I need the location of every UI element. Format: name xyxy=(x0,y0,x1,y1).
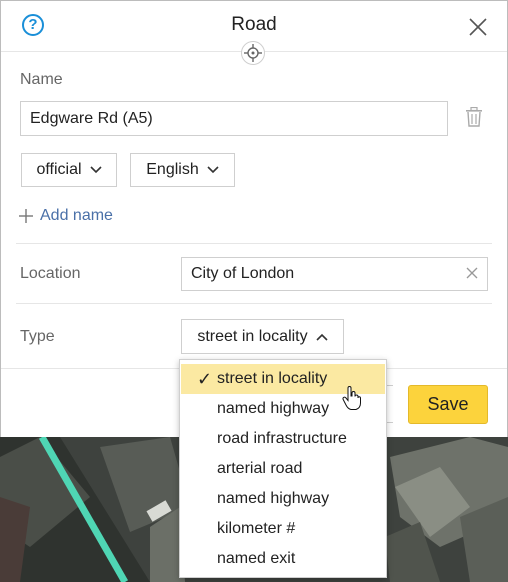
name-label: Name xyxy=(20,71,63,88)
location-label: Location xyxy=(20,265,81,282)
chevron-up-icon xyxy=(316,333,328,341)
target-icon[interactable] xyxy=(241,41,265,65)
clear-icon[interactable] xyxy=(466,267,478,279)
add-name-label: Add name xyxy=(40,207,113,224)
hand-cursor-icon xyxy=(342,386,361,410)
type-option[interactable]: kilometer # xyxy=(181,514,385,544)
chevron-down-icon xyxy=(207,166,219,174)
type-value: street in locality xyxy=(197,327,308,345)
type-option[interactable]: named highway xyxy=(181,484,385,514)
type-select[interactable]: street in locality xyxy=(181,319,344,354)
type-option[interactable]: named exit xyxy=(181,544,385,574)
trash-icon[interactable] xyxy=(465,107,483,127)
name-type-value: official xyxy=(36,161,82,178)
language-value: English xyxy=(146,161,199,178)
language-select[interactable]: English xyxy=(130,153,235,187)
page-title: Road xyxy=(231,14,277,35)
divider xyxy=(16,243,492,244)
type-option[interactable]: road infrastructure xyxy=(181,424,385,454)
plus-icon xyxy=(19,209,33,223)
type-option[interactable]: arterial road xyxy=(181,454,385,484)
close-icon[interactable] xyxy=(467,16,489,38)
check-icon: ✓ xyxy=(197,369,213,389)
name-type-select[interactable]: official xyxy=(21,153,117,187)
location-input[interactable]: City of London xyxy=(181,257,488,291)
add-name-button[interactable]: Add name xyxy=(19,207,113,225)
divider xyxy=(16,303,492,304)
save-button[interactable]: Save xyxy=(408,385,488,424)
type-label: Type xyxy=(20,328,55,345)
name-input[interactable]: Edgware Rd (A5) xyxy=(20,101,448,136)
chevron-down-icon xyxy=(89,166,102,174)
